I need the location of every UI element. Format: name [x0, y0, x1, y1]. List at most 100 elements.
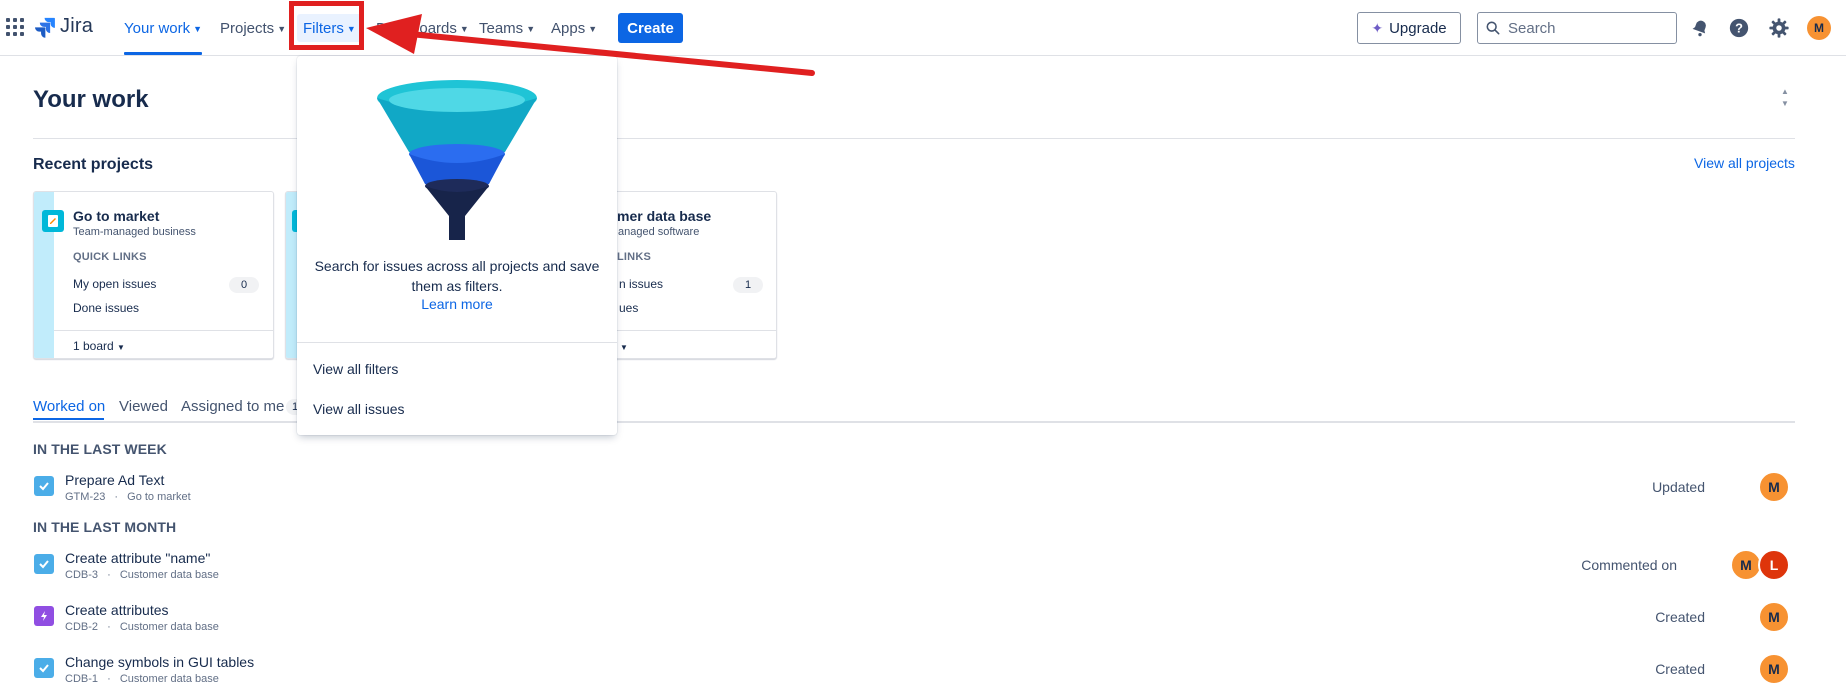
- work-item[interactable]: Create attributes CDB-2 · Customer data …: [33, 600, 1795, 640]
- nav-your-work[interactable]: Your work ▼: [124, 14, 202, 42]
- nav-teams[interactable]: Teams ▼: [479, 14, 535, 42]
- quick-link-open-issues[interactable]: My open issues: [73, 277, 156, 291]
- dropdown-divider: [297, 342, 617, 343]
- work-item[interactable]: Create attribute "name" CDB-3 · Customer…: [33, 548, 1795, 588]
- work-item-title[interactable]: Create attribute "name": [65, 550, 210, 566]
- work-item-status: Created: [1655, 609, 1705, 625]
- filters-dropdown: Search for issues across all projects an…: [297, 56, 617, 435]
- work-item-key: CDB-1: [65, 673, 99, 685]
- work-item-meta: CDB-2 · Customer data base: [65, 621, 219, 633]
- chevron-down-icon: ▼: [459, 24, 469, 34]
- work-item[interactable]: Change symbols in GUI tables CDB-1 · Cus…: [33, 652, 1795, 692]
- work-item-title[interactable]: Change symbols in GUI tables: [65, 654, 254, 670]
- project-name[interactable]: Go to market: [73, 208, 159, 224]
- tab-active-indicator: [33, 418, 104, 420]
- quick-link-done-issues[interactable]: ues: [619, 301, 638, 315]
- meta-separator: ·: [114, 491, 119, 503]
- tab-assigned-to-me[interactable]: Assigned to me: [181, 398, 284, 415]
- quick-links-heading: LINKS: [617, 251, 651, 263]
- app-switcher-icon[interactable]: [6, 18, 24, 36]
- recent-projects-title: Recent projects: [33, 156, 154, 173]
- project-type: Team-managed business: [73, 226, 196, 238]
- logo-text: Jira: [60, 15, 94, 37]
- profile-avatar[interactable]: M: [1807, 16, 1831, 40]
- work-item-title[interactable]: Prepare Ad Text: [65, 472, 164, 488]
- project-avatar-icon: [42, 210, 64, 232]
- work-item-status: Commented on: [1581, 557, 1677, 573]
- chevron-down-icon: ▼: [526, 24, 536, 34]
- jira-logo[interactable]: Jira: [34, 15, 93, 38]
- svg-text:?: ?: [1735, 21, 1743, 36]
- nav-projects[interactable]: Projects ▼: [220, 14, 286, 42]
- quick-link-done-issues[interactable]: Done issues: [73, 301, 139, 315]
- meta-separator: ·: [107, 569, 111, 581]
- work-item-key: CDB-2: [65, 621, 99, 633]
- nav-your-work-label: Your work: [124, 19, 191, 37]
- help-button[interactable]: ?: [1727, 16, 1751, 40]
- nav-apps[interactable]: Apps ▼: [551, 14, 597, 42]
- work-item-project: Customer data base: [119, 673, 219, 685]
- work-item-key: GTM-23: [65, 491, 106, 503]
- chevron-down-icon: ▼: [117, 343, 125, 352]
- avatar[interactable]: L: [1758, 549, 1790, 581]
- boards-dropdown[interactable]: ▼: [620, 339, 628, 353]
- avatar[interactable]: M: [1758, 471, 1790, 503]
- chevron-down-icon: ▼: [277, 24, 287, 34]
- scroll-indicator-icon[interactable]: ▲ ▼: [1781, 88, 1789, 108]
- nav-teams-label: Teams: [479, 19, 524, 37]
- group-heading-last-week: IN THE LAST WEEK: [33, 441, 167, 457]
- chevron-down-icon: ▼: [193, 24, 203, 34]
- upgrade-label: Upgrade: [1389, 19, 1447, 37]
- boards-dropdown-label: 1 board: [73, 339, 114, 353]
- work-item-meta: GTM-23 · Go to market: [65, 491, 191, 503]
- work-item[interactable]: Prepare Ad Text GTM-23 · Go to market Up…: [33, 470, 1795, 510]
- boards-dropdown[interactable]: 1 board ▼: [73, 339, 125, 353]
- epic-lightning-icon: [34, 606, 54, 626]
- page-title: Your work: [33, 86, 149, 113]
- upgrade-button[interactable]: ✦ Upgrade: [1357, 12, 1461, 44]
- learn-more-link[interactable]: Learn more: [297, 296, 617, 312]
- view-all-issues-item[interactable]: View all issues: [313, 401, 405, 417]
- open-issues-count: 1: [733, 277, 763, 293]
- nav-filters-label: Filters: [303, 19, 344, 37]
- task-icon: [34, 554, 54, 574]
- work-item-title[interactable]: Create attributes: [65, 602, 169, 618]
- work-item-key: CDB-3: [65, 569, 99, 581]
- work-item-project: Customer data base: [119, 621, 219, 633]
- nav-dashboards-label: Dashboards: [376, 19, 457, 37]
- gear-icon: [1769, 18, 1789, 38]
- search-input[interactable]: [1508, 19, 1658, 37]
- search-box[interactable]: [1477, 12, 1677, 44]
- open-issues-count: 0: [229, 277, 259, 293]
- quick-link-open-issues[interactable]: n issues: [619, 277, 663, 291]
- card-divider: [54, 330, 273, 331]
- tab-viewed[interactable]: Viewed: [119, 398, 168, 415]
- bell-icon: [1692, 20, 1706, 37]
- notifications-button[interactable]: [1688, 16, 1712, 40]
- settings-button[interactable]: [1767, 16, 1791, 40]
- view-all-filters-item[interactable]: View all filters: [313, 361, 398, 377]
- work-item-meta: CDB-1 · Customer data base: [65, 673, 219, 685]
- jira-icon: [35, 17, 55, 38]
- view-all-projects-link[interactable]: View all projects: [1694, 155, 1795, 171]
- meta-separator: ·: [107, 673, 111, 685]
- help-icon: ?: [1729, 18, 1749, 38]
- project-name[interactable]: mer data base: [617, 208, 711, 224]
- tab-worked-on[interactable]: Worked on: [33, 398, 105, 415]
- project-card-go-to-market[interactable]: Go to market Team-managed business QUICK…: [33, 191, 274, 359]
- avatar[interactable]: M: [1758, 653, 1790, 685]
- quick-links-heading: QUICK LINKS: [73, 251, 147, 263]
- chevron-down-icon: ▼: [588, 24, 598, 34]
- nav-projects-label: Projects: [220, 19, 275, 37]
- task-icon: [34, 476, 54, 496]
- avatar[interactable]: M: [1758, 601, 1790, 633]
- nav-dashboards[interactable]: Dashboards ▼: [376, 14, 469, 42]
- top-navigation: Jira Your work ▼ Projects ▼ Filters ▼ Da…: [0, 0, 1846, 56]
- filters-description: Search for issues across all projects an…: [314, 258, 600, 294]
- work-item-status: Created: [1655, 661, 1705, 677]
- nav-apps-label: Apps: [551, 19, 586, 37]
- work-item-project: Customer data base: [119, 569, 219, 581]
- nav-filters[interactable]: Filters ▼: [297, 14, 362, 42]
- create-button[interactable]: Create: [618, 13, 683, 43]
- work-item-project: Go to market: [127, 491, 191, 503]
